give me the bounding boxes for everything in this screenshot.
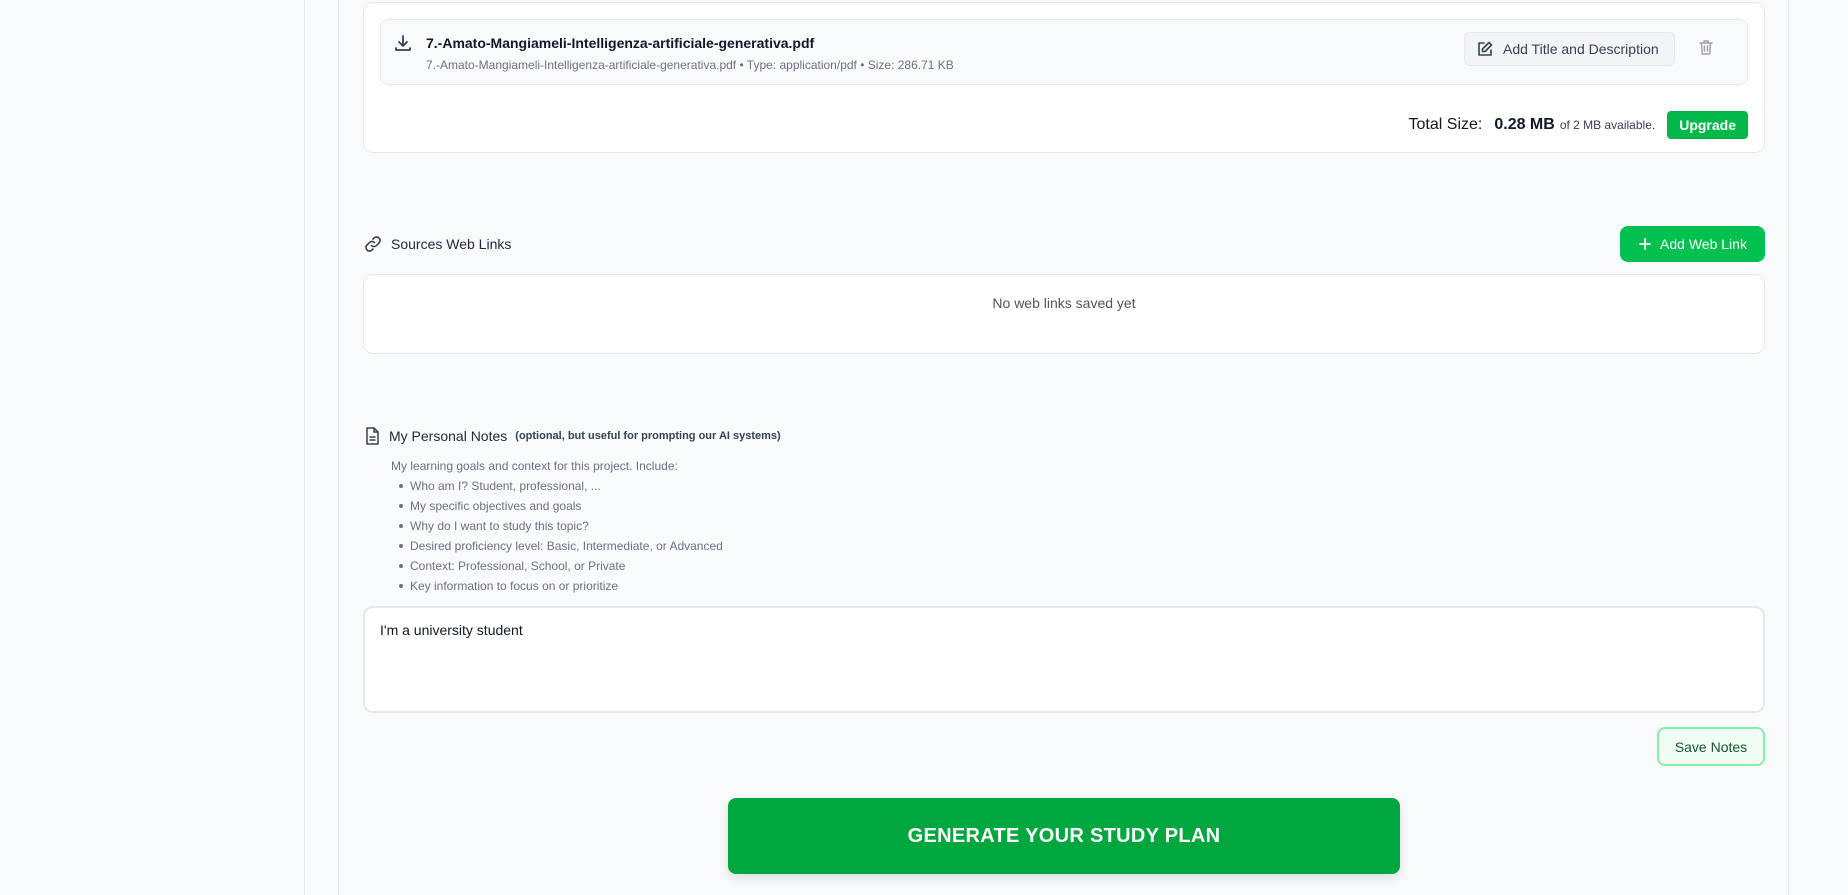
trash-icon[interactable] [1697, 38, 1719, 60]
files-card: 7.-Amato-Mangiameli-Intelligenza-artific… [363, 2, 1765, 153]
upgrade-button[interactable]: Upgrade [1667, 111, 1748, 139]
total-size-label: Total Size: [1408, 116, 1483, 133]
notes-guidance-list: Who am I? Student, professional, ... My … [399, 478, 723, 598]
web-links-card: No web links saved yet [363, 274, 1765, 354]
add-web-link-label: Add Web Link [1660, 236, 1747, 252]
add-title-description-button[interactable]: Add Title and Description [1464, 32, 1675, 66]
personal-notes-textarea[interactable]: I'm a university student [363, 606, 1765, 713]
list-item: Key information to focus on or prioritiz… [399, 578, 723, 598]
list-item: My specific objectives and goals [399, 498, 723, 518]
save-notes-button[interactable]: Save Notes [1657, 727, 1765, 766]
web-links-header: Sources Web Links [363, 234, 511, 254]
edit-icon [1476, 40, 1494, 58]
document-icon [363, 426, 381, 446]
left-rail [0, 0, 305, 895]
add-web-link-button[interactable]: Add Web Link [1620, 226, 1765, 262]
list-item: Why do I want to study this topic? [399, 518, 723, 538]
total-size-row: Total Size: 0.28 MB of 2 MB available. U… [1409, 110, 1748, 140]
list-item: Who am I? Student, professional, ... [399, 478, 723, 498]
notes-title: My Personal Notes [389, 428, 508, 444]
download-icon[interactable] [393, 33, 413, 53]
total-size-value: 0.28 MB [1494, 116, 1555, 133]
link-icon [363, 234, 383, 254]
add-title-description-label: Add Title and Description [1503, 41, 1659, 57]
plus-icon [1638, 237, 1652, 251]
list-item: Context: Professional, School, or Privat… [399, 558, 723, 578]
file-meta: 7.-Amato-Mangiameli-Intelligenza-artific… [426, 58, 954, 72]
file-row: 7.-Amato-Mangiameli-Intelligenza-artific… [380, 19, 1748, 85]
web-links-title: Sources Web Links [391, 236, 512, 252]
web-links-empty-text: No web links saved yet [992, 295, 1136, 311]
notes-intro: My learning goals and context for this p… [391, 459, 678, 473]
generate-study-plan-button[interactable]: GENERATE YOUR STUDY PLAN [728, 798, 1400, 874]
file-name[interactable]: 7.-Amato-Mangiameli-Intelligenza-artific… [426, 35, 814, 51]
total-size-available: of 2 MB available. [1559, 118, 1656, 132]
notes-subtitle: (optional, but useful for prompting our … [515, 430, 781, 442]
list-item: Desired proficiency level: Basic, Interm… [399, 538, 723, 558]
notes-header: My Personal Notes (optional, but useful … [363, 426, 781, 446]
